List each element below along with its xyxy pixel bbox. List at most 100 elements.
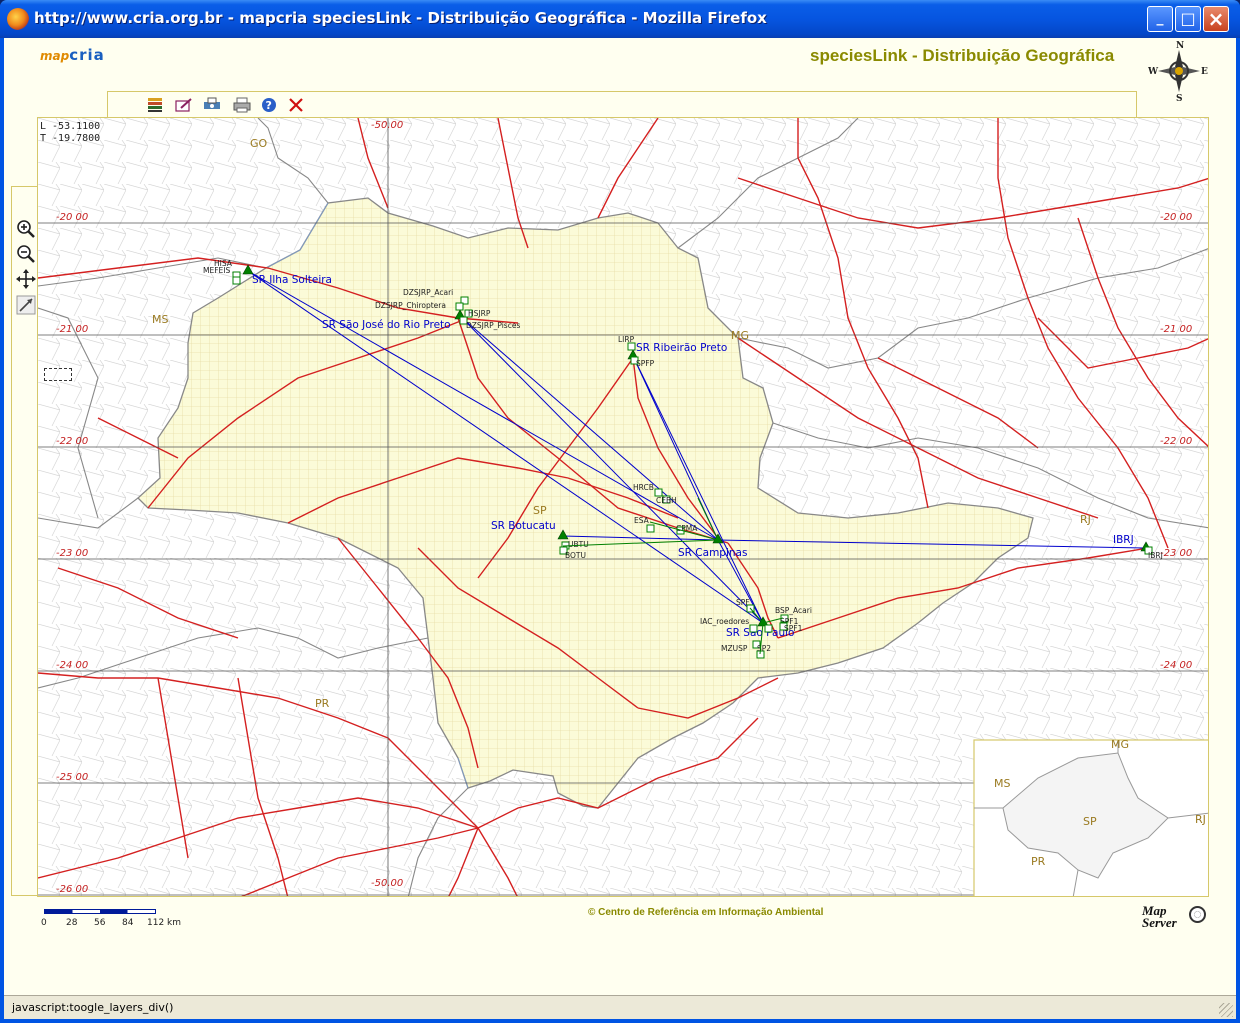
latitude-label-left: -24 00 xyxy=(56,660,88,671)
window-title: http://www.cria.org.br - mapcria species… xyxy=(34,9,767,27)
inset-state-label: RJ xyxy=(1195,813,1206,826)
collection-label: BSP_Acari xyxy=(775,606,812,615)
collection-label: LIRP xyxy=(618,335,635,344)
resize-grip-icon[interactable] xyxy=(1219,1003,1233,1017)
scale-label: 84 xyxy=(122,918,134,928)
zoom-in-icon[interactable] xyxy=(16,219,36,239)
map-drawing: -20 00 -20 00 -21 00 -21 00 -22 00 -22 00 -23 … xyxy=(38,118,1209,897)
collection-marker xyxy=(627,342,636,351)
state-label: MG xyxy=(731,329,749,342)
collection-label: HRCB xyxy=(633,483,654,492)
print-icon[interactable] xyxy=(233,97,251,113)
latitude-label-left: -25 00 xyxy=(56,772,88,783)
collection-label: IAC_roedores xyxy=(700,617,749,626)
map-canvas[interactable]: -20 00 -20 00 -21 00 -21 00 -22 00 -22 00 -23 … xyxy=(37,117,1209,897)
station-label: SR Ilha Solteira xyxy=(252,274,332,286)
state-label: MS xyxy=(152,313,168,326)
latitude-label-left: -22 00 xyxy=(56,436,88,447)
latitude-label-right: -20 00 xyxy=(1160,212,1192,223)
close-window-button[interactable]: × xyxy=(1203,6,1229,32)
edit-map-icon[interactable] xyxy=(175,97,193,113)
logo-map-text: map xyxy=(40,49,70,63)
station-label: SR São José do Rio Preto xyxy=(322,319,451,331)
map-toolbar: ? xyxy=(107,91,1137,117)
coordinate-readout: L -53.1100 T -19.7800 xyxy=(40,121,100,145)
zoom-selection-box[interactable] xyxy=(44,368,72,381)
latitude-label-right: -23 00 xyxy=(1160,548,1192,559)
status-bar: javascript:toogle_layers_div() xyxy=(4,995,1236,1019)
inset-state-label: SP xyxy=(1083,815,1097,828)
collection-marker xyxy=(749,624,758,633)
latitude-label-left: -20 00 xyxy=(56,212,88,223)
station-label: SR Ribeirão Preto xyxy=(636,342,727,354)
collection-label: BOTU xyxy=(565,551,586,560)
map-side-toolbar xyxy=(11,186,38,896)
print-preview-icon[interactable] xyxy=(203,97,221,113)
collection-marker xyxy=(232,276,241,285)
collection-label: DZSJRP_Chiroptera xyxy=(375,301,446,310)
collection-label: HSJRP xyxy=(468,309,491,318)
select-icon[interactable] xyxy=(16,295,36,315)
latitude-label-right: -22 00 xyxy=(1160,436,1192,447)
svg-text:?: ? xyxy=(266,99,272,112)
mapcria-logo[interactable]: mapcria xyxy=(40,46,105,64)
title-bar[interactable]: http://www.cria.org.br - mapcria species… xyxy=(0,0,1240,38)
station-label: SR Botucatu xyxy=(491,520,556,532)
collection-label: DZSJRP_Acari xyxy=(403,288,453,297)
copyright-text: © Centro de Referência em Informação Amb… xyxy=(588,907,824,918)
inset-state-label: MS xyxy=(994,777,1010,790)
scale-label: 112 km xyxy=(147,918,182,928)
collection-label: IBRJ xyxy=(1148,551,1163,560)
mapserver-logo-text: Map Server xyxy=(1142,903,1177,930)
svg-text:W: W xyxy=(1148,67,1159,77)
latitude-label-right: -21 00 xyxy=(1160,324,1192,335)
mapserver-logo[interactable]: Map Server xyxy=(1142,904,1208,932)
state-label: PR xyxy=(315,697,330,710)
station-label: SR Campinas xyxy=(678,547,747,559)
scale-label: 56 xyxy=(94,918,106,928)
collection-marker xyxy=(646,524,655,533)
inset-state-label: MG xyxy=(1111,738,1129,751)
scale-bar-graphic xyxy=(44,909,156,914)
help-icon[interactable]: ? xyxy=(260,97,278,113)
close-icon[interactable] xyxy=(287,97,305,113)
pan-icon[interactable] xyxy=(16,269,36,289)
latitude-label-left: -23 00 xyxy=(56,548,88,559)
collection-marker xyxy=(455,302,464,311)
collection-label: SPF xyxy=(736,598,750,607)
collection-label: SPFP xyxy=(636,359,655,368)
coordinate-longitude: L -53.1100 xyxy=(40,121,101,132)
status-text: javascript:toogle_layers_div() xyxy=(12,1001,174,1014)
browser-window: http://www.cria.org.br - mapcria species… xyxy=(0,0,1240,1023)
collection-label: CEBH xyxy=(656,496,677,505)
collection-label: SP2 xyxy=(757,644,771,653)
inset-state-label: PR xyxy=(1031,855,1046,868)
state-label: GO xyxy=(250,137,268,150)
svg-text:N: N xyxy=(1176,41,1184,51)
state-label: SP xyxy=(533,504,547,517)
collection-label: ESA xyxy=(634,516,650,525)
collection-marker xyxy=(764,624,773,633)
collection-label: DZSJRP_Pisces xyxy=(466,321,520,330)
logo-cria-text: cria xyxy=(69,46,105,64)
minimize-button[interactable]: _ xyxy=(1147,6,1173,32)
inset-map[interactable]: MG MS SP RJ PR xyxy=(973,738,1209,897)
latitude-label-left: -26 00 xyxy=(56,884,88,895)
scale-label: 28 xyxy=(66,918,78,928)
firefox-icon xyxy=(7,8,29,30)
zoom-out-icon[interactable] xyxy=(16,244,36,264)
collection-label: SPF1 xyxy=(784,624,803,633)
longitude-label-bottom: -50.00 xyxy=(371,878,403,889)
compass-rose-icon: N S E W xyxy=(1148,41,1208,102)
layers-icon[interactable] xyxy=(146,97,164,113)
scale-labels: 0 28 56 84 112 km xyxy=(41,918,181,930)
state-label: RJ xyxy=(1080,513,1091,526)
maximize-button[interactable]: □ xyxy=(1175,6,1201,32)
page-title: speciesLink - Distribuição Geográfica xyxy=(810,46,1115,65)
station-label: IBRJ xyxy=(1113,534,1134,546)
collection-label: MEFEIS xyxy=(203,266,230,275)
scale-label: 0 xyxy=(41,918,47,928)
svg-text:S: S xyxy=(1176,94,1183,102)
latitude-label-right: -24 00 xyxy=(1160,660,1192,671)
globe-icon xyxy=(1189,906,1206,923)
